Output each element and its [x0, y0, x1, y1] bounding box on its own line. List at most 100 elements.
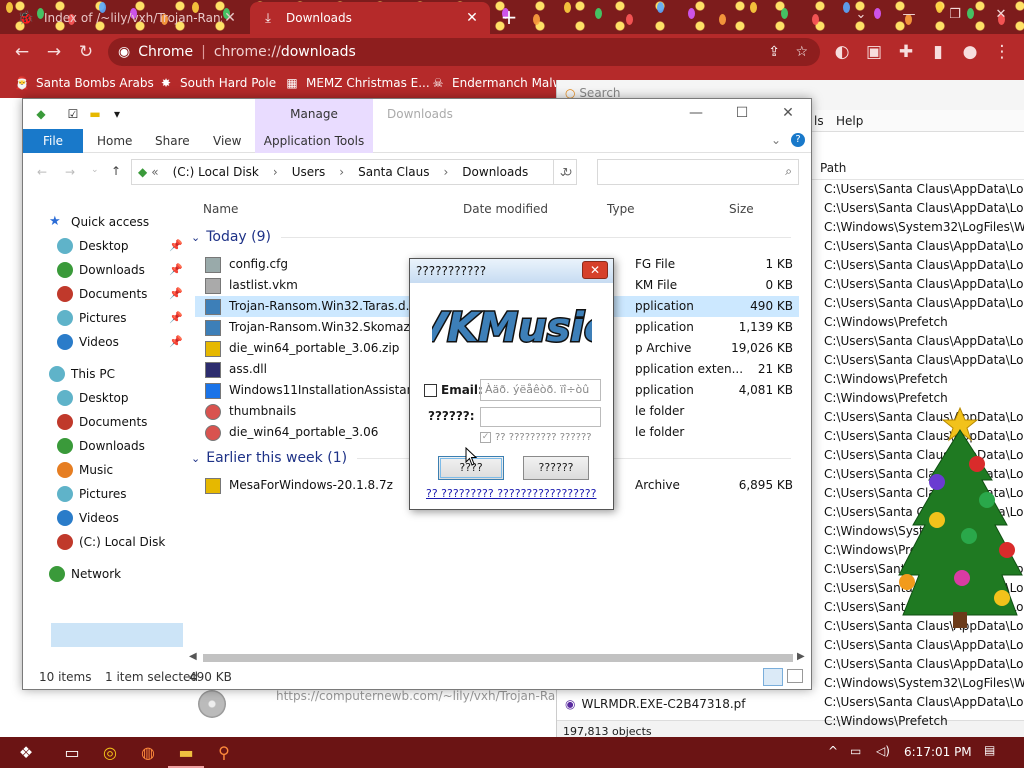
everything-path-row[interactable]: C:\Windows\Prefetch [824, 315, 1024, 334]
tab-downloads[interactable]: ⤓ Downloads ✕ [250, 2, 490, 34]
everything-path-row[interactable]: C:\Users\Santa Claus\AppData\Local\ [824, 182, 1024, 201]
everything-path-row[interactable]: C:\Users\Santa Claus\AppData\Local\ [824, 239, 1024, 258]
task-view-icon[interactable]: ▭ [54, 737, 90, 768]
horizontal-scrollbar[interactable]: ◀ ▶ [189, 651, 809, 665]
remember-checkbox[interactable]: ✓ [480, 432, 491, 443]
everything-path-row[interactable]: C:\Windows\Prefetch [824, 714, 1024, 733]
everything-path-row[interactable]: C:\Users\Santa Claus\AppData\Local\ [824, 353, 1024, 372]
refresh-icon[interactable]: ↻ [553, 159, 581, 185]
everything-path-row[interactable]: C:\Users\Santa Claus\AppData\Local\ [824, 695, 1024, 714]
download-source-url[interactable]: https://computernewb.com/~lily/vxh/Troja… [276, 689, 569, 703]
column-header-path[interactable]: Path [812, 158, 1024, 180]
scroll-right-icon[interactable]: ▶ [797, 651, 805, 662]
nav-pc-1[interactable]: Documents [57, 411, 147, 433]
back-icon[interactable]: ← [10, 40, 34, 64]
nav-pc-2[interactable]: Downloads [57, 435, 145, 457]
address-bar[interactable]: ◉ Chrome | chrome:// downloads ⇪ ☆ [108, 38, 820, 66]
minimize-button[interactable]: — [886, 0, 932, 30]
password-field[interactable] [480, 407, 601, 427]
nav-desktop[interactable]: Desktop [57, 235, 129, 257]
tab-application-tools[interactable]: Application Tools [255, 129, 373, 153]
group-today[interactable]: ⌄ Today (9) [191, 229, 791, 245]
pin-icon[interactable]: 📌 [169, 264, 183, 276]
reload-icon[interactable]: ↻ [74, 40, 98, 64]
network-icon[interactable]: ▭ [850, 744, 861, 758]
tab-share[interactable]: Share [143, 129, 202, 153]
chevron-right-icon[interactable]: › [339, 165, 344, 179]
everything-path-row[interactable]: C:\Users\Santa Claus\AppData\Local\ [824, 258, 1024, 277]
menu-help[interactable]: Help [836, 114, 863, 128]
column-date-modified[interactable]: Date modified [463, 202, 548, 216]
search-input[interactable]: ⌕ [597, 159, 799, 185]
extensions-puzzle-icon[interactable]: ✚ [894, 40, 918, 64]
nav-downloads[interactable]: Downloads [57, 259, 145, 281]
tray-chevron-up-icon[interactable]: ^ [828, 744, 838, 758]
everything-selected-file[interactable]: ◉ WLRMDR.EXE-C2B47318.pf [557, 693, 817, 715]
address-breadcrumb[interactable]: ◆ « (C:) Local Disk › Users › Santa Claus ›… [131, 159, 577, 185]
everything-path-row[interactable]: C:\Users\Santa Claus\AppData\Local\ [824, 334, 1024, 353]
nav-this-pc[interactable]: This PC [49, 363, 115, 385]
close-button[interactable]: ✕ [765, 99, 811, 129]
everything-path-row[interactable]: C:\Users\Santa Claus\AppData\Local\ [824, 296, 1024, 315]
close-icon[interactable]: ✕ [582, 261, 608, 279]
chrome-icon[interactable]: ◎ [92, 737, 128, 768]
everything-path-row[interactable]: C:\Windows\System32\LogFiles\WMI\ [824, 220, 1024, 239]
profile-avatar[interactable]: ● [958, 40, 982, 64]
notifications-icon[interactable]: ▤ [984, 743, 995, 757]
tab-file[interactable]: File [23, 129, 83, 153]
forward-icon[interactable]: → [42, 40, 66, 64]
menu-kebab-icon[interactable]: ⋮ [990, 40, 1014, 64]
everything-path-row[interactable]: C:\Users\Santa Claus\AppData\Local\ [824, 277, 1024, 296]
side-panel-icon[interactable]: ▮ [926, 40, 950, 64]
everything-path-row[interactable]: C:\Users\Santa Claus\AppData\Local\ [824, 201, 1024, 220]
maximize-button[interactable]: ☐ [719, 99, 765, 129]
pin-icon[interactable]: 📌 [169, 312, 183, 324]
forward-icon[interactable]: → [65, 165, 75, 179]
volume-icon[interactable]: ◁) [876, 744, 890, 758]
everything-path-row[interactable]: C:\Users\Santa Claus\AppData\Local\ [824, 657, 1024, 676]
nav-documents[interactable]: Documents [57, 283, 147, 305]
large-icons-view-icon[interactable] [787, 669, 803, 683]
share-icon[interactable]: ⇪ [768, 44, 780, 60]
bookmark-item[interactable]: 🎅 Santa Bombs Arabs [14, 75, 154, 91]
tab-home[interactable]: Home [85, 129, 144, 153]
recent-locations-icon[interactable]: ⌄ [91, 165, 99, 175]
new-tab-button[interactable]: + [497, 6, 521, 30]
minimize-button[interactable]: — [673, 99, 719, 129]
nav-pc-4[interactable]: Pictures [57, 483, 127, 505]
everything-path-row[interactable]: C:\Users\Santa Claus\AppData\Local\ [824, 638, 1024, 657]
firefox-icon[interactable]: ◍ [130, 737, 166, 768]
extension-flag-icon[interactable]: ◐ [830, 40, 854, 64]
everything-path-row[interactable]: C:\Windows\Prefetch [824, 372, 1024, 391]
properties-icon[interactable]: ☑ [65, 106, 81, 122]
email-field[interactable]: Àäð. ýëåêòð. ïî÷òû [480, 379, 601, 401]
crumb-local-disk[interactable]: (C:) Local Disk [173, 165, 259, 179]
tab-index-of[interactable]: 🐞 Index of /~lily/vxh/Trojan-Ranso ✕ [8, 2, 248, 34]
chevron-right-icon[interactable]: › [443, 165, 448, 179]
bookmark-star-icon[interactable]: ☆ [795, 44, 808, 60]
cancel-button[interactable]: ?????? [523, 456, 589, 480]
close-tab-icon[interactable]: ✕ [464, 10, 480, 26]
up-icon[interactable]: ↑ [111, 164, 121, 178]
pin-icon[interactable]: 📌 [169, 336, 183, 348]
nav-pc-6[interactable]: (C:) Local Disk [57, 531, 165, 553]
help-icon[interactable]: ? [791, 133, 805, 147]
nav-network[interactable]: Network [49, 563, 121, 585]
clock[interactable]: 6:17:01 PM [904, 745, 972, 759]
extension-s-icon[interactable]: ▣ [862, 40, 886, 64]
close-tab-icon[interactable]: ✕ [222, 10, 238, 26]
email-checkbox[interactable] [424, 383, 437, 397]
restore-button[interactable]: ❐ [932, 0, 978, 30]
overflow-chevron[interactable]: « [151, 165, 158, 179]
scroll-left-icon[interactable]: ◀ [189, 651, 197, 662]
nav-pc-0[interactable]: Desktop [57, 387, 129, 409]
file-explorer-icon[interactable]: ▬ [168, 737, 204, 768]
column-type[interactable]: Type [607, 202, 635, 216]
nav-quick-access[interactable]: ★ Quick access [49, 211, 149, 233]
crumb-downloads[interactable]: Downloads [462, 165, 528, 179]
start-icon[interactable]: ❖ [8, 737, 44, 768]
column-size[interactable]: Size [729, 202, 754, 216]
expand-ribbon-icon[interactable]: ⌄ [771, 133, 781, 147]
new-folder-icon[interactable]: ▬ [87, 106, 103, 122]
pin-icon[interactable]: 📌 [169, 240, 183, 252]
